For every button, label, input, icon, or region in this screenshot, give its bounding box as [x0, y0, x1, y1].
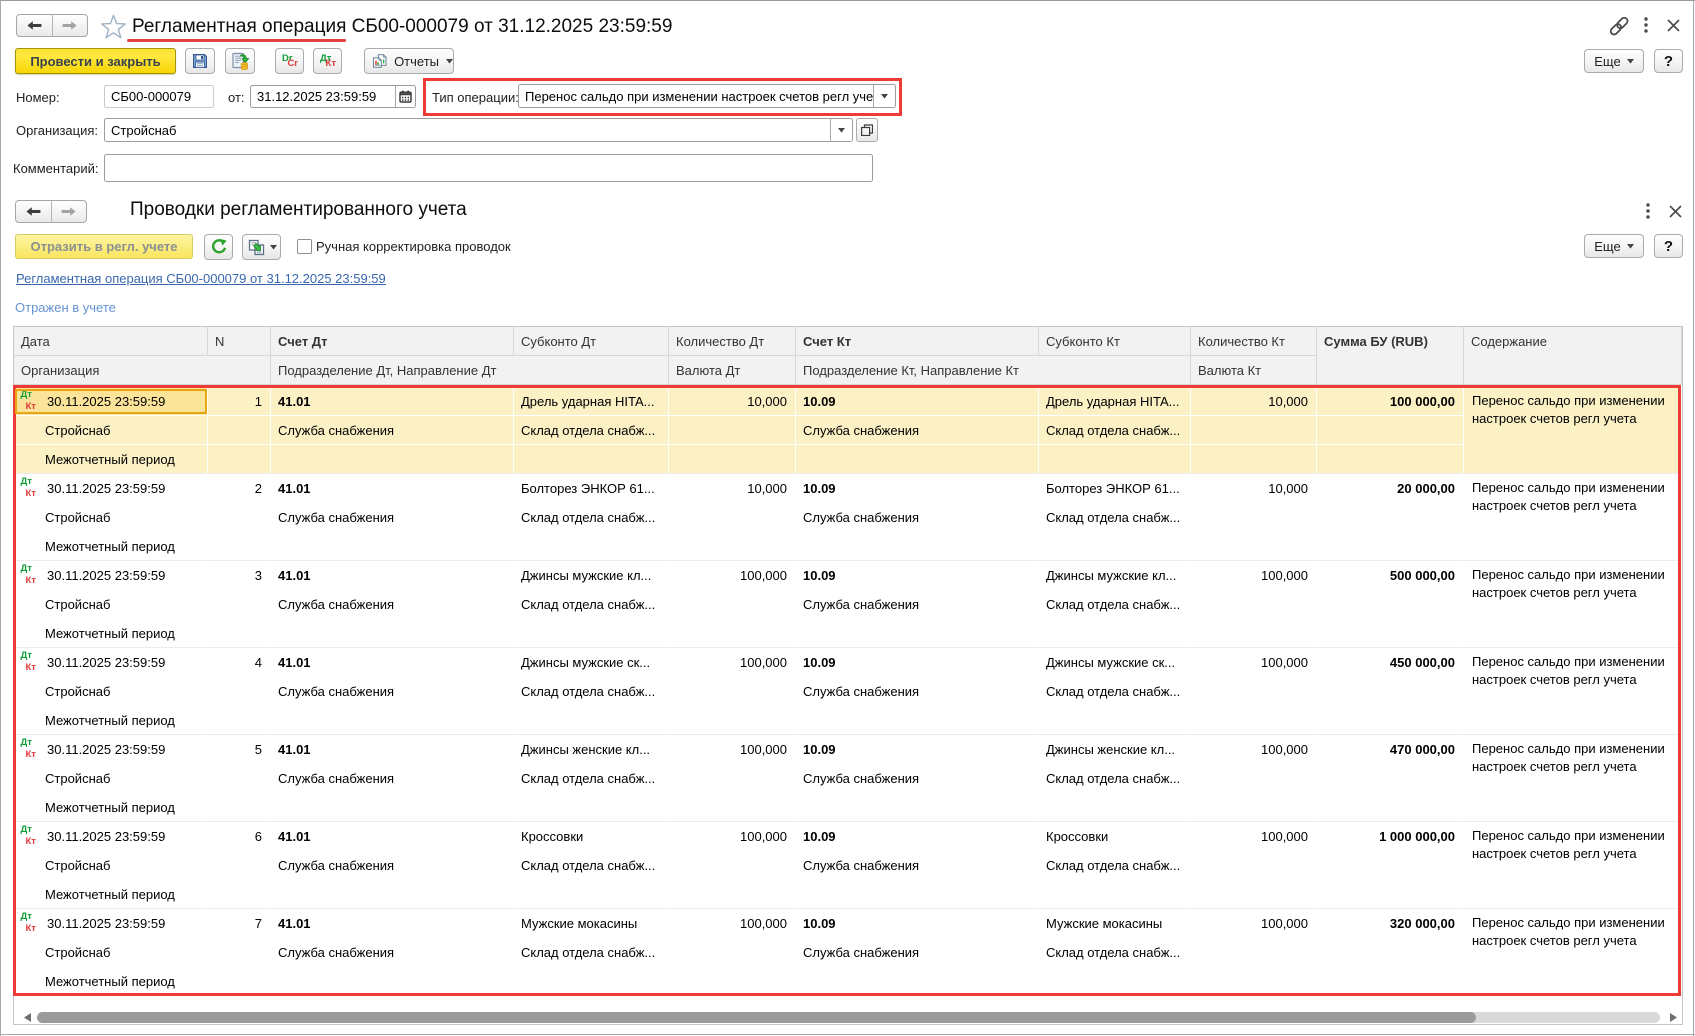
svg-text:Кт: Кт [26, 401, 37, 412]
svg-text:Дт: Дт [21, 389, 33, 400]
svg-text:Дт: Дт [21, 911, 33, 922]
svg-text:Кт: Кт [26, 662, 37, 673]
svg-text:Дт: Дт [21, 737, 33, 748]
svg-text:Кт: Кт [26, 488, 37, 499]
svg-text:Дт: Дт [21, 476, 33, 487]
svg-text:Кт: Кт [26, 923, 37, 934]
svg-text:Дт: Дт [21, 563, 33, 574]
svg-text:Дт: Дт [21, 650, 33, 661]
svg-text:Кт: Кт [26, 575, 37, 586]
svg-text:Кт: Кт [26, 836, 37, 847]
svg-text:Дт: Дт [21, 824, 33, 835]
svg-text:Кт: Кт [26, 749, 37, 760]
